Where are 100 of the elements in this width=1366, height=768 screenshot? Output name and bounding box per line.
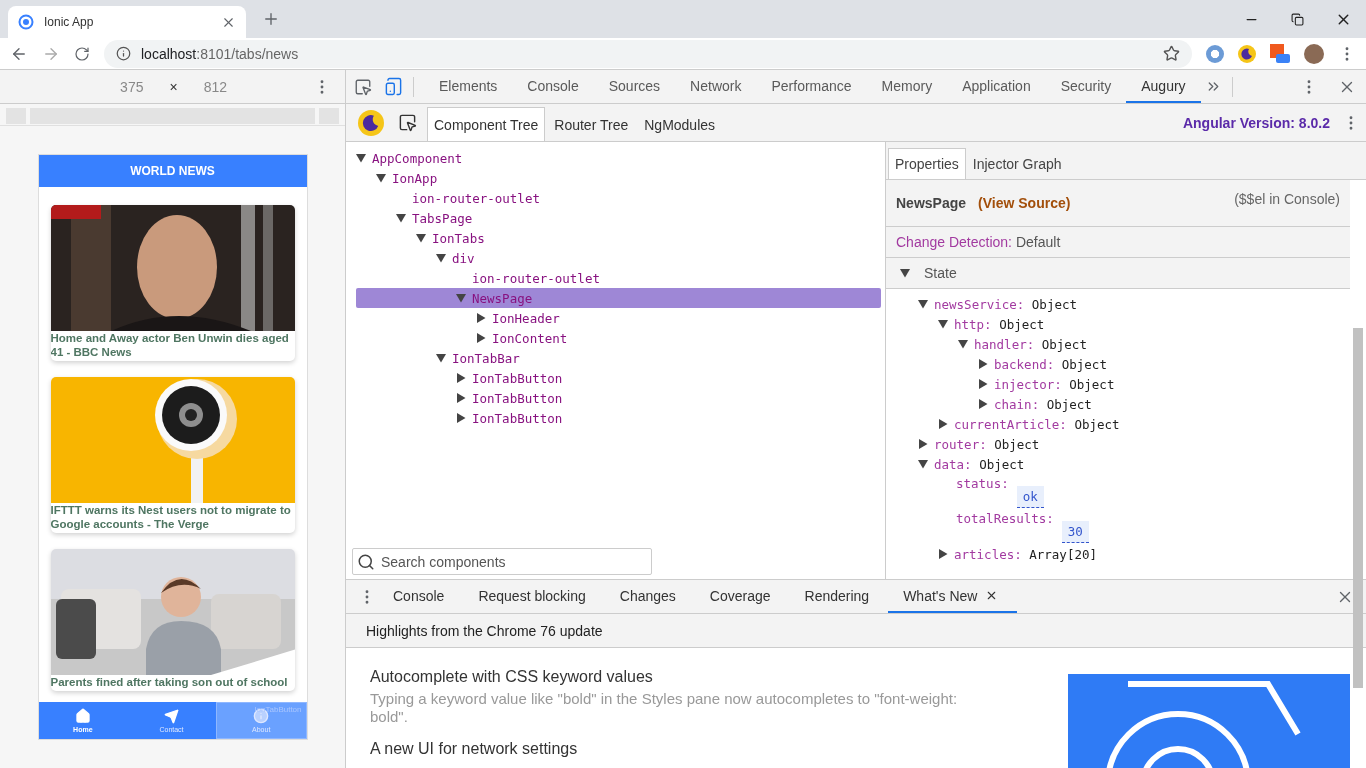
devtools-tab[interactable]: Performance bbox=[756, 70, 867, 103]
node-label: IonApp bbox=[392, 170, 438, 186]
news-card[interactable]: Home and Away actor Ben Unwin dies aged 41 - BBC News bbox=[50, 205, 295, 361]
panel-tab[interactable]: NgModules bbox=[637, 107, 723, 141]
drawer-tab[interactable]: Rendering bbox=[789, 580, 889, 613]
reload-icon[interactable] bbox=[74, 45, 90, 62]
news-title: Home and Away actor Ben Unwin dies aged 41 - BBC News bbox=[50, 331, 290, 360]
tree-row[interactable]: IonTabs bbox=[356, 228, 881, 248]
node-label: IonTabButton bbox=[472, 370, 563, 386]
property-value: Object bbox=[994, 436, 1040, 452]
property-key: data: bbox=[934, 456, 972, 472]
tree-row[interactable]: IonTabButton bbox=[356, 408, 881, 428]
devtools-tab[interactable]: Sources bbox=[593, 70, 676, 103]
properties-tab[interactable]: Injector Graph bbox=[965, 148, 1069, 179]
tree-row[interactable]: ion-router-outlet bbox=[356, 188, 881, 208]
scrollbar-thumb[interactable] bbox=[1353, 328, 1363, 688]
drawer-tab[interactable]: Changes bbox=[604, 580, 695, 613]
property-value: Object bbox=[979, 456, 1025, 472]
tree-row[interactable]: ion-router-outlet bbox=[356, 268, 881, 288]
devtools-tab[interactable]: Console bbox=[512, 70, 594, 103]
address-bar[interactable]: localhost:8101/tabs/news bbox=[104, 39, 1192, 68]
property-key: status: bbox=[956, 476, 1009, 491]
tree-row[interactable]: TabsPage bbox=[356, 208, 881, 228]
news-title: Parents fined after taking son out of school bbox=[50, 675, 289, 690]
tree-row[interactable]: IonContent bbox=[356, 328, 881, 348]
node-label: IonContent bbox=[492, 330, 568, 346]
devtools-tab[interactable]: Elements bbox=[424, 70, 513, 103]
tree-row[interactable]: IonTabButton bbox=[356, 388, 881, 408]
node-label: IonTabs bbox=[432, 230, 485, 246]
drawer-tab[interactable]: Request blocking bbox=[463, 580, 605, 613]
extension-icon[interactable] bbox=[1206, 44, 1224, 63]
node-label: IonTabButton bbox=[472, 390, 563, 406]
tree-row[interactable]: IonHeader bbox=[356, 308, 881, 328]
property-value: Array[20] bbox=[1029, 546, 1097, 562]
property-value: Object bbox=[1046, 396, 1092, 412]
node-label: TabsPage bbox=[412, 210, 473, 226]
tree-row[interactable]: AppComponent bbox=[356, 148, 881, 168]
console-hint: ($$el in Console) bbox=[1234, 191, 1340, 207]
search-field[interactable]: Search components bbox=[352, 548, 652, 575]
property-value: Object bbox=[1031, 296, 1077, 312]
news-title: IFTTT warns its Nest users not to migrate to Google accounts - The Verge bbox=[50, 503, 292, 532]
feature-title: A new UI for network settings bbox=[370, 740, 579, 758]
state-heading: State bbox=[924, 265, 957, 281]
inspect-icon[interactable] bbox=[398, 113, 417, 132]
property-value-field[interactable]: 30 bbox=[1061, 521, 1089, 543]
property-key: currentArticle: bbox=[954, 416, 1067, 432]
node-label: div bbox=[452, 250, 475, 266]
panel-tab[interactable]: Component Tree bbox=[427, 107, 546, 141]
component-name: NewsPage bbox=[896, 195, 967, 211]
devtools-tab[interactable]: Network bbox=[675, 70, 757, 103]
property-key: totalResults: bbox=[956, 511, 1054, 526]
property-key: newsService: bbox=[934, 296, 1025, 312]
moon-extension-icon[interactable] bbox=[1238, 44, 1256, 63]
angular-version: Angular Version: 8.0.2 bbox=[1182, 114, 1330, 131]
node-label: IonTabButton bbox=[472, 410, 563, 426]
property-key: router: bbox=[934, 436, 987, 452]
property-key: backend: bbox=[994, 356, 1055, 372]
property-key: handler: bbox=[974, 336, 1035, 352]
property-value: Object bbox=[1074, 416, 1120, 432]
bookmark-star-icon[interactable] bbox=[1163, 45, 1180, 62]
property-value: Object bbox=[1061, 356, 1107, 372]
node-label: NewsPage bbox=[472, 290, 533, 306]
device-toggle-icon[interactable] bbox=[384, 77, 403, 96]
property-key: chain: bbox=[994, 396, 1040, 412]
url-text: localhost:8101/tabs/news bbox=[141, 45, 300, 62]
devtools-tab[interactable]: Memory bbox=[866, 70, 948, 103]
devtools-tab[interactable]: Application bbox=[947, 70, 1046, 103]
property-value-field[interactable]: ok bbox=[1016, 486, 1044, 508]
inspect-icon[interactable] bbox=[354, 77, 372, 96]
node-label: IonHeader bbox=[492, 310, 560, 326]
tree-row[interactable]: IonApp bbox=[356, 168, 881, 188]
browser-tab[interactable]: Ionic App bbox=[8, 6, 246, 38]
tree-row[interactable]: div bbox=[356, 248, 881, 268]
news-card[interactable]: Parents fined after taking son out of school bbox=[50, 549, 295, 691]
properties-tab[interactable]: Properties bbox=[888, 148, 966, 179]
view-source-link[interactable]: (View Source) bbox=[978, 195, 1071, 211]
change-detection-value: Default bbox=[1015, 234, 1061, 250]
search-icon bbox=[357, 552, 375, 571]
highlights-heading: Highlights from the Chrome 76 update bbox=[346, 614, 1366, 648]
new-tab-icon[interactable] bbox=[262, 10, 280, 28]
times-sign: × bbox=[169, 78, 178, 95]
drawer-tab[interactable]: Console bbox=[378, 580, 464, 613]
feature-description: Typing a keyword value like "bold" in the Styles pane now autocompletes to "font-weight: bold". bbox=[370, 690, 959, 726]
tree-row[interactable]: IonTabBar bbox=[356, 348, 881, 368]
drawer-tab[interactable]: Coverage bbox=[694, 580, 790, 613]
devtools-tab[interactable]: Security bbox=[1045, 70, 1127, 103]
property-value: Object bbox=[1069, 376, 1115, 392]
ionic-logo-icon bbox=[18, 14, 34, 30]
node-label: IonTabBar bbox=[452, 350, 520, 366]
property-key: articles: bbox=[954, 546, 1022, 562]
node-label: AppComponent bbox=[372, 150, 463, 166]
property-value: Object bbox=[999, 316, 1045, 332]
tree-row[interactable]: IonTabButton bbox=[356, 368, 881, 388]
avatar-icon[interactable] bbox=[1304, 43, 1324, 64]
extension-on-icon[interactable] bbox=[1270, 43, 1290, 64]
news-card[interactable]: IFTTT warns its Nest users not to migrate to Google accounts - The Verge bbox=[50, 377, 295, 533]
change-detection-label: Change Detection: bbox=[896, 234, 1012, 250]
home-icon bbox=[74, 708, 91, 724]
panel-tab[interactable]: Router Tree bbox=[547, 107, 636, 141]
moon-logo-icon bbox=[358, 109, 384, 136]
